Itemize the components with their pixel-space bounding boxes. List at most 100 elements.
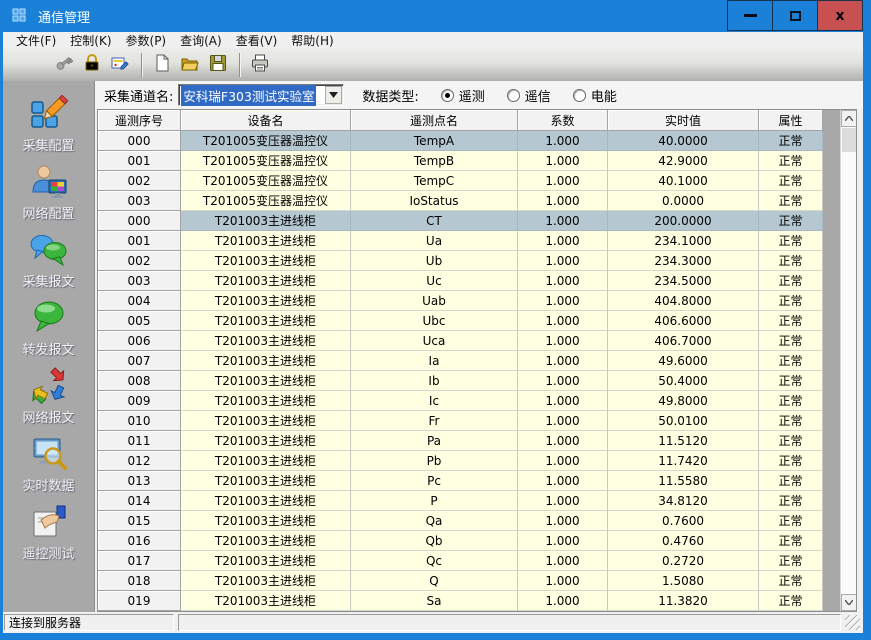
column-header[interactable]: 属性 [759,110,823,131]
menu-item-control[interactable]: 控制(K) [63,31,118,50]
table-row[interactable]: 002T201005变压器温控仪TempC1.00040.1000正常 [98,171,856,191]
menu-item-help[interactable]: 帮助(H) [284,31,340,50]
table-row[interactable]: 012T201003主进线柜Pb1.00011.7420正常 [98,451,856,471]
sidebar-item-collect-message[interactable]: 采集报文 [6,230,92,298]
table-row[interactable]: 011T201003主进线柜Pa1.00011.5120正常 [98,431,856,451]
row-header-cell: 005 [98,311,181,331]
column-header[interactable]: 遥测点名 [351,110,518,131]
table-row[interactable]: 001T201003主进线柜Ua1.000234.1000正常 [98,231,856,251]
radio-energy[interactable]: 电能 [573,86,617,105]
column-header[interactable]: 设备名 [181,110,351,131]
table-cell: Uca [351,331,518,351]
menu-item-params[interactable]: 参数(P) [119,31,174,50]
toolbar-button-lock[interactable] [79,53,105,77]
table-row[interactable]: 008T201003主进线柜Ib1.00050.4000正常 [98,371,856,391]
menu-item-query[interactable]: 查询(A) [173,31,229,50]
menu-item-view[interactable]: 查看(V) [229,31,285,50]
column-header[interactable]: 实时值 [608,110,759,131]
table-row[interactable]: 001T201005变压器温控仪TempB1.00042.9000正常 [98,151,856,171]
table-cell: 正常 [759,231,823,251]
table-cell: 1.000 [518,171,608,191]
table-row[interactable]: 015T201003主进线柜Qa1.0000.7600正常 [98,511,856,531]
toolbar-button-open-folder[interactable] [177,53,203,77]
sidebar-item-collect-config[interactable]: 采集配置 [6,94,92,162]
table-cell: T201005变压器温控仪 [181,171,351,191]
sidebar-item-network-config[interactable]: 网络配置 [6,162,92,230]
table-cell: TempB [351,151,518,171]
table-cell: 1.000 [518,151,608,171]
row-header-cell: 015 [98,511,181,531]
table-cell: T201003主进线柜 [181,571,351,591]
table-row[interactable]: 002T201003主进线柜Ub1.000234.3000正常 [98,251,856,271]
toolbar-button-key[interactable] [51,53,77,77]
toolbar-button-print[interactable] [247,53,273,77]
table-row[interactable]: 000T201003主进线柜CT1.000200.0000正常 [98,211,856,231]
scrollbar-thumb[interactable] [842,128,856,152]
row-header-cell: 018 [98,571,181,591]
table-row[interactable]: 000T201005变压器温控仪TempA1.00040.0000正常 [98,131,856,151]
resize-grip-icon[interactable] [845,615,860,630]
sidebar-item-remote-test[interactable]: 遥控测试 [6,502,92,570]
chevron-down-icon[interactable] [325,86,342,104]
table-cell: 404.8000 [608,291,759,311]
row-header-cell: 006 [98,331,181,351]
table-row[interactable]: 018T201003主进线柜Q1.0001.5080正常 [98,571,856,591]
radio-telesignal[interactable]: 遥信 [507,86,551,105]
table-cell: 正常 [759,171,823,191]
minimize-button[interactable] [727,0,773,31]
table-row[interactable]: 017T201003主进线柜Qc1.0000.2720正常 [98,551,856,571]
radio-label: 遥测 [459,86,485,105]
column-header[interactable]: 遥测序号 [98,110,181,131]
table-cell: T201003主进线柜 [181,251,351,271]
table-cell: Ubc [351,311,518,331]
sidebar-item-realtime-data[interactable]: 实时数据 [6,434,92,502]
sidebar-item-forward-message[interactable]: 转发报文 [6,298,92,366]
table-row[interactable]: 003T201005变压器温控仪IoStatus1.0000.0000正常 [98,191,856,211]
channel-combobox[interactable]: 安科瑞F303测试实验室 [178,84,344,106]
toolbar-button-rename-tag[interactable] [107,53,133,77]
maximize-button[interactable] [772,0,818,31]
table-cell: 1.000 [518,511,608,531]
table-cell: T201003主进线柜 [181,291,351,311]
table-cell: 40.1000 [608,171,759,191]
table-cell: T201003主进线柜 [181,271,351,291]
open-folder-icon [180,53,200,77]
table-row[interactable]: 010T201003主进线柜Fr1.00050.0100正常 [98,411,856,431]
table-cell: 正常 [759,491,823,511]
column-header[interactable]: 系数 [518,110,608,131]
table-row[interactable]: 007T201003主进线柜Ia1.00049.6000正常 [98,351,856,371]
table-row[interactable]: 014T201003主进线柜P1.00034.8120正常 [98,491,856,511]
scroll-down-button[interactable] [841,594,857,611]
radio-telemetry[interactable]: 遥测 [441,86,485,105]
print-icon [250,53,270,77]
datatype-radio-group: 遥测 遥信 电能 [419,86,617,105]
table-cell: T201003主进线柜 [181,231,351,251]
four-arrows-icon [29,366,69,406]
table-cell: 1.000 [518,371,608,391]
close-button[interactable]: x [817,0,863,31]
table-cell: 406.6000 [608,311,759,331]
table-row[interactable]: 003T201003主进线柜Uc1.000234.5000正常 [98,271,856,291]
table-row[interactable]: 013T201003主进线柜Pc1.00011.5580正常 [98,471,856,491]
menu-item-file[interactable]: 文件(F) [9,31,63,50]
table-row[interactable]: 004T201003主进线柜Uab1.000404.8000正常 [98,291,856,311]
monitor-magnifier-icon [29,434,69,474]
table-row[interactable]: 019T201003主进线柜Sa1.00011.3820正常 [98,591,856,611]
table-row[interactable]: 009T201003主进线柜Ic1.00049.8000正常 [98,391,856,411]
table-cell: 0.4760 [608,531,759,551]
radio-label: 遥信 [525,86,551,105]
toolbar-button-new-file[interactable] [149,53,175,77]
table-cell: T201003主进线柜 [181,311,351,331]
table-row[interactable]: 006T201003主进线柜Uca1.000406.7000正常 [98,331,856,351]
scroll-up-button[interactable] [841,110,857,127]
table-cell: T201003主进线柜 [181,351,351,371]
toolbar-button-save[interactable] [205,53,231,77]
table-row[interactable]: 016T201003主进线柜Qb1.0000.4760正常 [98,531,856,551]
vertical-scrollbar[interactable] [840,110,856,611]
close-icon: x [835,9,844,23]
datatype-label: 数据类型: [362,86,418,105]
sidebar-item-network-message[interactable]: 网络报文 [6,366,92,434]
table-row[interactable]: 005T201003主进线柜Ubc1.000406.6000正常 [98,311,856,331]
table-cell: 1.000 [518,311,608,331]
table-cell: 正常 [759,571,823,591]
